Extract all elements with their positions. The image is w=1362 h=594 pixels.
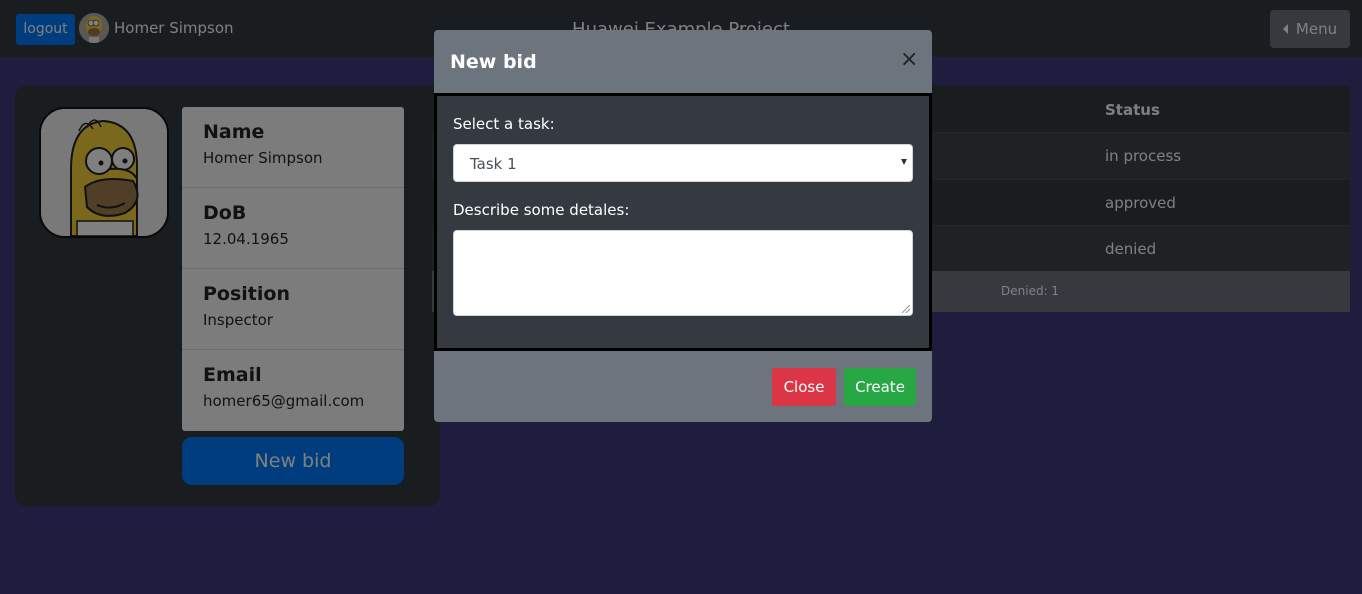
new-bid-modal: New bid × Select a task: Task 1 Describe… — [434, 30, 932, 422]
close-button[interactable]: Close — [772, 368, 836, 406]
modal-title: New bid — [450, 51, 537, 73]
details-label: Describe some detales: — [453, 201, 630, 219]
task-select[interactable]: Task 1 — [453, 144, 913, 182]
task-select-label: Select a task: — [453, 115, 555, 133]
modal-footer: Close Create — [434, 351, 932, 422]
task-selected-value: Task 1 — [470, 155, 517, 173]
details-textarea[interactable] — [453, 230, 913, 316]
close-icon[interactable]: × — [900, 49, 918, 71]
chevron-down-icon — [901, 159, 907, 165]
modal-body: Select a task: Task 1 Describe some deta… — [434, 93, 932, 351]
resize-handle-icon[interactable] — [902, 305, 910, 313]
modal-header: New bid × — [434, 30, 932, 93]
create-button[interactable]: Create — [844, 368, 916, 406]
